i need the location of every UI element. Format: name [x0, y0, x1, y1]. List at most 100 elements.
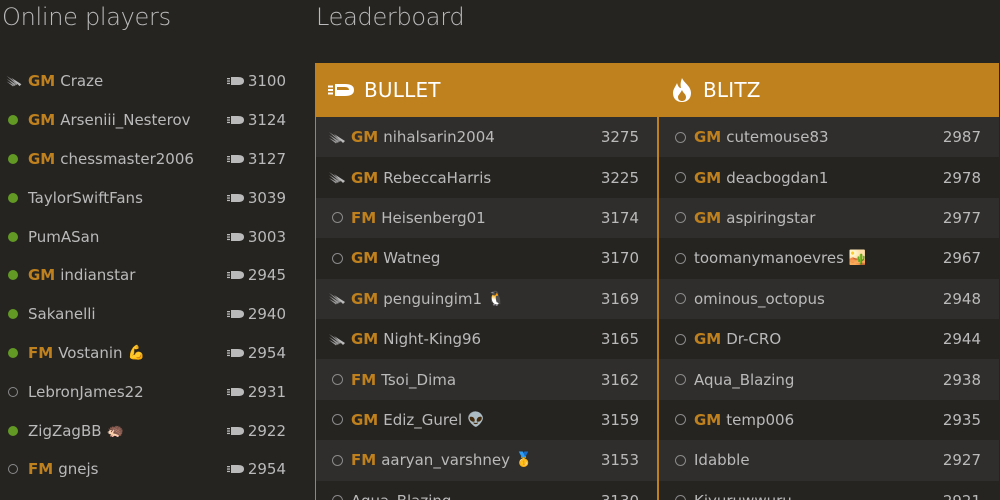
leaderboard-row[interactable]: toomanymanoevres 🏜️ 2967 [659, 238, 999, 279]
offline-status-ring [8, 464, 18, 475]
player-title: GM [694, 128, 722, 147]
leaderboard-header-blitz[interactable]: BLITZ [659, 63, 999, 117]
player-title: GM [28, 72, 56, 91]
player-name-link[interactable]: Ediz_Gurel [383, 411, 462, 429]
leaderboard-row[interactable]: GM aspiringstar 2977 [659, 197, 999, 239]
player-title: GM [351, 168, 379, 187]
leaderboard-row[interactable]: GM RebeccaHarris 3225 [316, 157, 657, 198]
leaderboard-row[interactable]: GM Watneg 3170 [316, 238, 657, 279]
player-name-link[interactable]: chessmaster2006 [60, 150, 194, 168]
player-name-link[interactable]: Sakanelli [28, 305, 96, 323]
player-name-link[interactable]: deacbogdan1 [726, 169, 828, 187]
bullet-speed-icon [227, 465, 244, 474]
leaderboard-row[interactable]: GM Dr-CRO 2944 [659, 318, 999, 360]
leaderboard-row[interactable]: FM aaryan_varshney 🥇 3153 [316, 440, 657, 481]
player-name-link[interactable]: TaylorSwiftFans [28, 189, 143, 207]
player-rating: 3275 [600, 128, 639, 147]
online-player-row[interactable]: GM Craze 3100 [0, 62, 300, 101]
player-name-link[interactable]: Watneg [383, 249, 440, 267]
player-name-link[interactable]: Vostanin [58, 344, 122, 362]
player-name-link[interactable]: Idabble [694, 451, 750, 469]
player-name-link[interactable]: Tsoi_Dima [381, 371, 456, 389]
leaderboard-row[interactable]: Kiyuruwwuru 2921 [659, 480, 999, 500]
leaderboard-row[interactable]: ominous_octopus 2948 [659, 278, 999, 319]
leaderboard-header-bullet[interactable]: BULLET [316, 63, 657, 117]
player-rating: 2978 [942, 168, 981, 187]
bullet-speed-icon [227, 387, 244, 396]
offline-status-ring [675, 454, 686, 466]
leaderboard-row[interactable]: GM Ediz_Gurel 👽 3159 [316, 399, 657, 441]
player-rating: 2921 [943, 492, 981, 500]
player-title: FM [351, 370, 377, 389]
online-player-row[interactable]: GM Arseniii_Nesterov 3124 [0, 101, 300, 140]
player-name-link[interactable]: PumASan [28, 228, 99, 246]
bullet-speed-icon [227, 77, 244, 86]
online-player-row[interactable]: LebronJames22 2931 [0, 372, 300, 411]
player-name-link[interactable]: LebronJames22 [28, 383, 144, 401]
player-name-link[interactable]: cutemouse83 [726, 128, 828, 146]
online-player-row[interactable]: GM indianstar 2945 [0, 256, 300, 295]
player-title: GM [28, 111, 56, 130]
bullet-speed-icon [227, 193, 244, 202]
leaderboard-row[interactable]: GM temp006 2935 [659, 399, 999, 441]
leaderboard-row[interactable]: GM penguingim1 🐧 3169 [316, 278, 657, 319]
leaderboard-row[interactable]: FM Heisenberg01 3174 [316, 197, 657, 239]
player-name-link[interactable]: indianstar [60, 266, 135, 284]
patron-wings-icon [329, 333, 345, 346]
online-player-row[interactable]: GM chessmaster2006 3127 [0, 140, 300, 179]
offline-status-ring [675, 495, 686, 500]
leaderboard-row[interactable]: Aqua_Blazing 3130 [316, 480, 657, 500]
online-players-list: GM Craze 3100 GM Arseniii_Nesterov 3124 GM ches… [0, 62, 300, 489]
online-player-row[interactable]: Sakanelli 2940 [0, 295, 300, 334]
offline-status-ring [675, 131, 686, 143]
online-player-row[interactable]: FM Vostanin 💪 2954 [0, 334, 300, 373]
player-name-link[interactable]: Heisenberg01 [381, 209, 486, 227]
player-name-link[interactable]: penguingim1 [383, 290, 482, 308]
online-player-row[interactable]: TaylorSwiftFans 3039 [0, 178, 300, 217]
leaderboard-row[interactable]: Aqua_Blazing 2938 [659, 359, 999, 400]
player-name-link[interactable]: ominous_octopus [694, 290, 825, 308]
leaderboard-row[interactable]: GM nihalsarin2004 3275 [316, 117, 657, 158]
player-name-link[interactable]: aspiringstar [726, 209, 815, 227]
player-flair: 🥇 [514, 452, 533, 469]
player-name-link[interactable]: Night-King96 [383, 330, 481, 348]
player-name-link[interactable]: toomanymanoevres [694, 249, 844, 267]
player-name-link[interactable]: RebeccaHarris [383, 169, 491, 187]
player-name-link[interactable]: Aqua_Blazing [351, 492, 451, 500]
player-rating: 3174 [600, 208, 639, 227]
player-rating: 2922 [247, 421, 286, 440]
player-flair: 💪 [127, 344, 145, 361]
leaderboard-row[interactable]: Idabble 2927 [659, 440, 999, 481]
offline-status-ring [675, 212, 686, 224]
bullet-icon [328, 84, 354, 96]
player-name-link[interactable]: Craze [60, 72, 103, 90]
patron-wings-icon [329, 172, 345, 184]
player-rating: 3170 [600, 249, 639, 268]
player-name-link[interactable]: temp006 [726, 411, 794, 429]
online-status-dot [8, 425, 18, 436]
leaderboard-row[interactable]: GM Night-King96 3165 [316, 318, 657, 360]
player-rating: 3039 [247, 188, 286, 207]
leaderboard-row[interactable]: GM cutemouse83 2987 [659, 117, 999, 158]
offline-status-ring [675, 414, 686, 426]
player-name-link[interactable]: Kiyuruwwuru [694, 492, 792, 500]
player-name-link[interactable]: nihalsarin2004 [383, 128, 495, 146]
player-rating: 2977 [942, 208, 981, 227]
player-name-link[interactable]: aaryan_varshney [381, 451, 510, 469]
leaderboard-row[interactable]: FM Tsoi_Dima 3162 [316, 359, 657, 400]
online-player-row[interactable]: ZigZagBB 🦔 2922 [0, 411, 300, 450]
player-name-link[interactable]: Aqua_Blazing [694, 371, 794, 389]
online-player-row[interactable]: PumASan 3003 [0, 217, 300, 256]
player-rating: 3159 [600, 410, 639, 429]
online-player-row[interactable]: FM gnejs 2954 [0, 450, 300, 489]
player-name-link[interactable]: gnejs [58, 460, 98, 478]
player-name-link[interactable]: Arseniii_Nesterov [60, 111, 190, 129]
offline-status-ring [332, 454, 343, 466]
offline-status-ring [332, 212, 343, 224]
leaderboard-row[interactable]: GM deacbogdan1 2978 [659, 157, 999, 198]
offline-status-ring [675, 374, 686, 386]
player-rating: 2927 [942, 451, 981, 470]
player-name-link[interactable]: Dr-CRO [726, 330, 781, 348]
player-name-link[interactable]: ZigZagBB [28, 422, 102, 440]
player-title: GM [28, 149, 56, 168]
